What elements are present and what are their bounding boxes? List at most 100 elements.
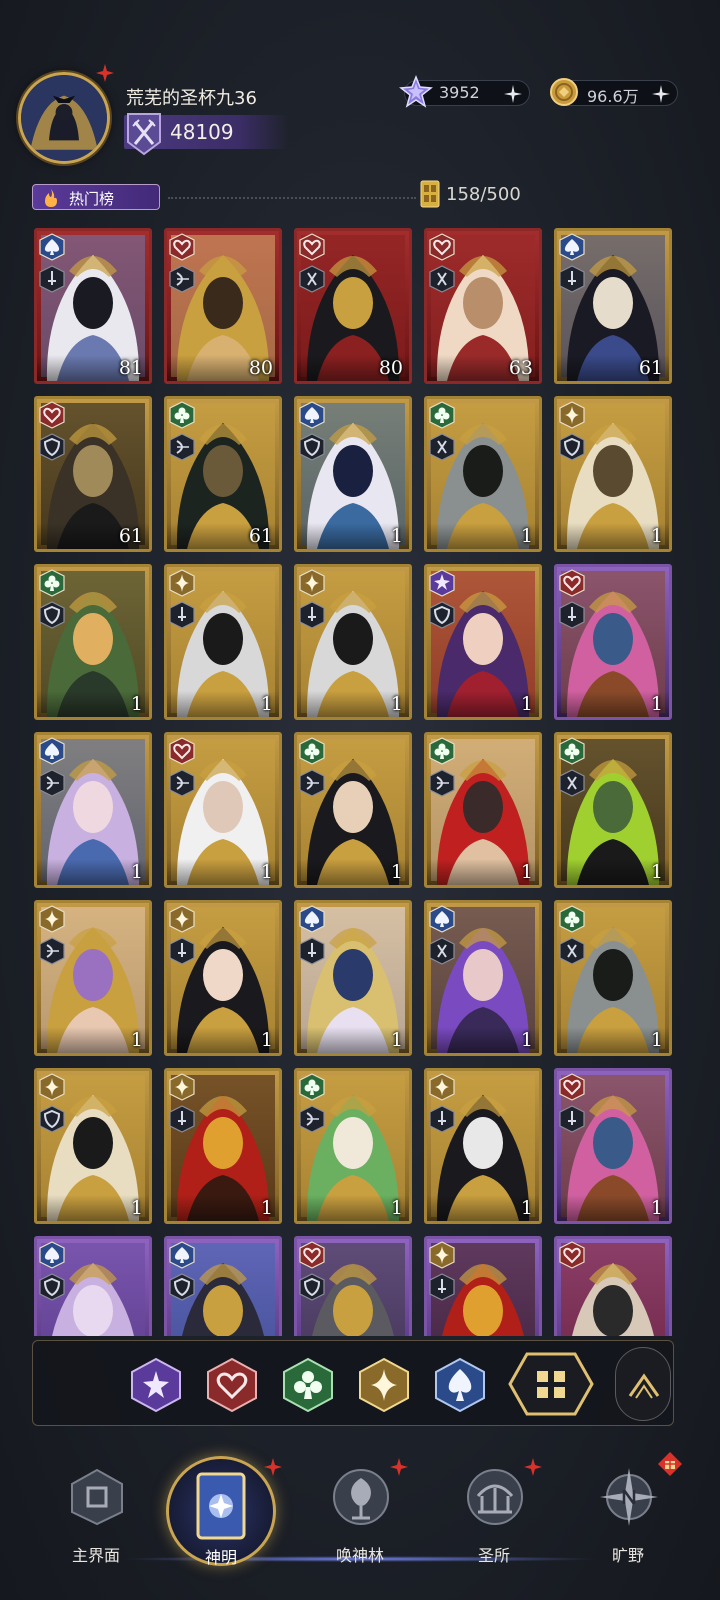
heart-suit-icon xyxy=(299,1241,325,1269)
bow-class-icon xyxy=(39,769,65,797)
heart-suit-icon xyxy=(169,233,195,261)
character-card[interactable]: 1 xyxy=(294,396,412,552)
axe-class-icon xyxy=(429,265,455,293)
nav-label-sanctuary: 圣所 xyxy=(477,1546,510,1565)
sword-class-icon xyxy=(559,1105,585,1133)
character-card[interactable] xyxy=(164,1236,282,1336)
hot-ranking-label: 热门榜 xyxy=(69,190,115,208)
character-card[interactable]: 1 xyxy=(424,396,542,552)
character-card[interactable] xyxy=(554,1236,672,1336)
spade-suit-icon xyxy=(39,1241,65,1269)
character-card[interactable]: 1 xyxy=(554,900,672,1056)
card-level: 1 xyxy=(390,1029,403,1051)
shield-class-icon xyxy=(39,1273,65,1301)
gift-icon xyxy=(658,1452,682,1476)
sword-class-icon xyxy=(299,937,325,965)
club-suit-icon xyxy=(559,737,585,765)
character-card[interactable]: 63 xyxy=(424,228,542,384)
character-card[interactable]: 1 xyxy=(294,900,412,1056)
character-card[interactable]: 1 xyxy=(424,564,542,720)
bow-class-icon xyxy=(169,433,195,461)
nav-item-grove[interactable]: 唤神林 xyxy=(300,1458,420,1586)
character-card[interactable]: 61 xyxy=(554,228,672,384)
character-card[interactable]: 1 xyxy=(424,1068,542,1224)
character-card[interactable]: 1 xyxy=(424,732,542,888)
filter-heart-button[interactable] xyxy=(205,1357,259,1413)
card-level: 1 xyxy=(260,693,273,715)
character-card[interactable]: 1 xyxy=(294,564,412,720)
club-suit-icon xyxy=(559,905,585,933)
character-card[interactable]: 1 xyxy=(164,900,282,1056)
nav-item-wilds[interactable]: 旷野 xyxy=(568,1452,688,1586)
character-card[interactable]: 1 xyxy=(554,564,672,720)
nav-item-sanctuary[interactable]: 圣所 xyxy=(434,1458,554,1586)
suit-filter-bar xyxy=(32,1340,674,1426)
character-card[interactable]: 1 xyxy=(294,732,412,888)
club-suit-icon xyxy=(169,401,195,429)
bow-class-icon xyxy=(39,937,65,965)
character-card[interactable]: 80 xyxy=(294,228,412,384)
character-card[interactable]: 80 xyxy=(164,228,282,384)
character-card[interactable]: 1 xyxy=(554,1068,672,1224)
sword-class-icon xyxy=(169,937,195,965)
filter-spade-button[interactable] xyxy=(433,1357,487,1413)
character-card[interactable]: 1 xyxy=(294,1068,412,1224)
card-level: 1 xyxy=(130,693,143,715)
nav-label-wilds: 旷野 xyxy=(611,1546,644,1565)
spade-suit-icon xyxy=(559,233,585,261)
star-suit-icon xyxy=(429,569,455,597)
player-avatar[interactable] xyxy=(18,72,110,164)
character-card[interactable]: 1 xyxy=(554,396,672,552)
heart-suit-icon xyxy=(429,233,455,261)
crystal-currency: 3952 xyxy=(399,75,530,108)
sanctuary-icon xyxy=(467,1469,523,1525)
card-capacity-icon xyxy=(420,180,440,208)
filter-all-button[interactable] xyxy=(507,1351,595,1417)
sword-class-icon xyxy=(169,601,195,629)
character-card[interactable]: 81 xyxy=(34,228,152,384)
card-level: 1 xyxy=(260,861,273,883)
character-card[interactable]: 1 xyxy=(554,732,672,888)
character-card[interactable]: 1 xyxy=(34,1068,152,1224)
add-gold-icon[interactable] xyxy=(651,84,671,104)
shield-class-icon xyxy=(429,601,455,629)
gold-count: 96.6万 xyxy=(587,87,639,106)
bow-class-icon xyxy=(299,769,325,797)
character-card[interactable]: 1 xyxy=(164,1068,282,1224)
collapse-filter-button[interactable] xyxy=(615,1347,671,1421)
card-level: 1 xyxy=(130,1029,143,1051)
nav-item-gods[interactable]: 神明 xyxy=(166,1456,282,1580)
character-card[interactable]: 1 xyxy=(164,564,282,720)
axe-class-icon xyxy=(559,769,585,797)
bottom-navigation: 主界面 神明 唤神林 圣所 旷野 xyxy=(0,1436,720,1600)
character-card[interactable]: 1 xyxy=(424,900,542,1056)
nav-item-home[interactable]: 主界面 xyxy=(36,1466,156,1586)
character-card[interactable]: 1 xyxy=(164,732,282,888)
card-level: 1 xyxy=(390,861,403,883)
crossed-swords-icon xyxy=(127,113,161,156)
character-card[interactable] xyxy=(294,1236,412,1336)
add-crystal-icon[interactable] xyxy=(503,84,523,104)
card-level: 1 xyxy=(260,1029,273,1051)
card-level: 1 xyxy=(130,1197,143,1219)
player-name: 荒芜的圣杯九36 xyxy=(126,88,257,109)
shield-class-icon xyxy=(299,1273,325,1301)
crystal-count: 3952 xyxy=(439,83,480,102)
filter-club-button[interactable] xyxy=(281,1357,335,1413)
heart-suit-icon xyxy=(39,401,65,429)
character-card[interactable]: 61 xyxy=(164,396,282,552)
character-card[interactable]: 1 xyxy=(34,732,152,888)
filter-diamond-button[interactable] xyxy=(357,1357,411,1413)
card-level: 80 xyxy=(378,357,403,379)
nav-sanctuary-badge-icon xyxy=(524,1458,542,1476)
card-level: 1 xyxy=(520,693,533,715)
hot-ranking-tab[interactable]: 热门榜 xyxy=(32,184,160,210)
character-card[interactable] xyxy=(34,1236,152,1336)
filter-star-button[interactable] xyxy=(129,1357,183,1413)
character-card[interactable]: 61 xyxy=(34,396,152,552)
character-card[interactable]: 1 xyxy=(34,900,152,1056)
character-card[interactable] xyxy=(424,1236,542,1336)
card-level: 1 xyxy=(260,1197,273,1219)
spade-suit-icon xyxy=(39,737,65,765)
character-card[interactable]: 1 xyxy=(34,564,152,720)
